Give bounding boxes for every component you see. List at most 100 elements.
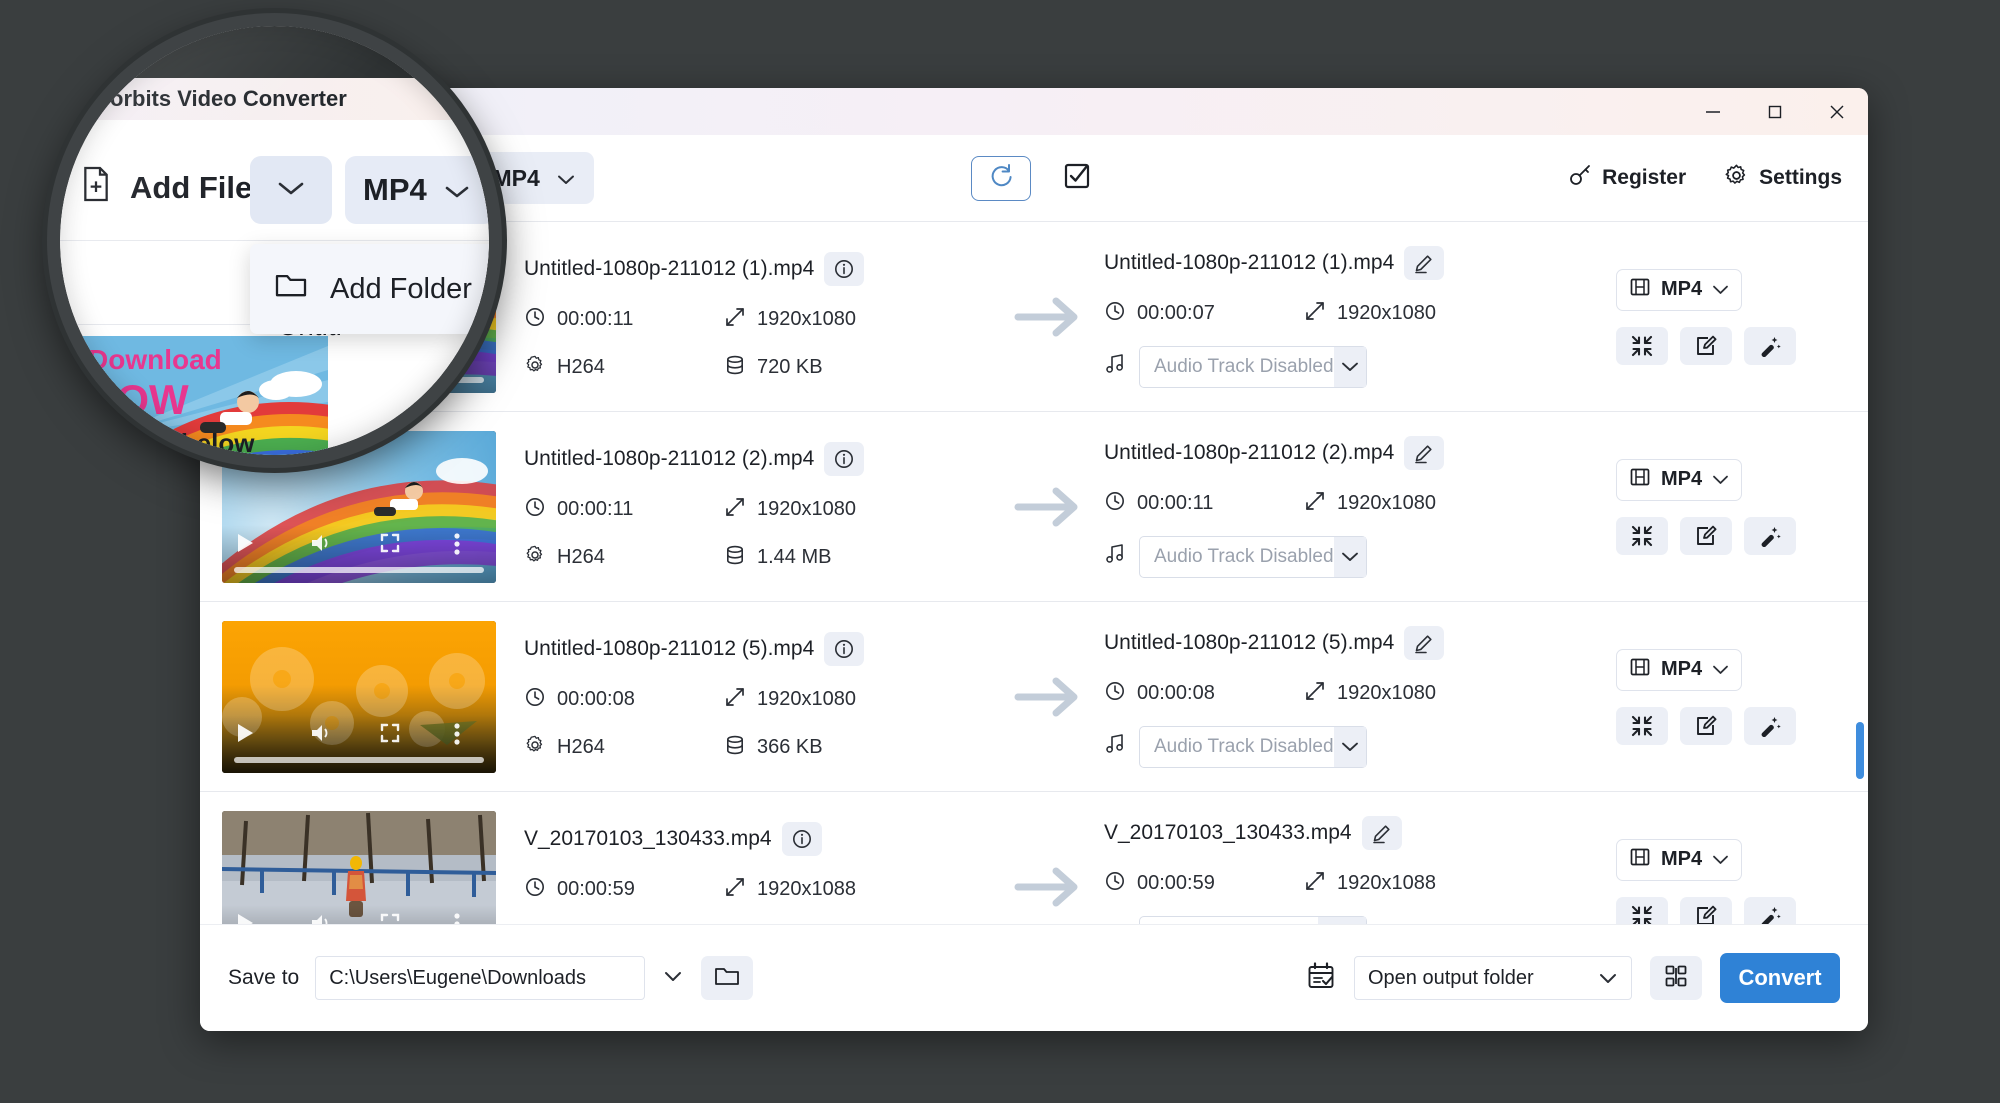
resolution-icon [724, 496, 746, 524]
clock-icon [524, 686, 546, 714]
audio-track-row: Audio Track Disabled [1104, 725, 1534, 768]
merge-button[interactable] [1650, 956, 1702, 1000]
info-icon[interactable] [824, 441, 865, 476]
info-icon[interactable] [824, 631, 865, 666]
magic-wand-icon[interactable] [1744, 706, 1796, 745]
row-format-select[interactable]: MP4 [1616, 458, 1743, 501]
play-icon[interactable] [236, 913, 254, 924]
row-action-buttons [1616, 896, 1796, 924]
target-resolution-value: 1920x1080 [1337, 302, 1436, 324]
edit-icon[interactable] [1680, 516, 1732, 555]
target-resolution: 1920x1088 [1304, 870, 1436, 898]
audio-track-select[interactable]: Audio Track Disabled [1139, 725, 1367, 768]
lens-add-folder-label: Add Folder [330, 272, 472, 305]
lens-thumb-text-3: g a link below [84, 428, 255, 455]
target-file-name: Untitled-1080p-211012 (5).mp4 [1104, 630, 1395, 654]
chevron-down-icon[interactable] [1318, 916, 1366, 924]
volume-icon[interactable] [310, 913, 332, 924]
audio-track-select[interactable]: Audio Track Disabled [1139, 345, 1367, 388]
list-scrollbar[interactable] [1855, 222, 1865, 924]
target-duration-value: 00:00:11 [1137, 492, 1214, 514]
chevron-down-icon[interactable] [1333, 536, 1366, 577]
maximize-icon[interactable] [1744, 88, 1806, 135]
scrollbar-thumb[interactable] [1856, 722, 1864, 779]
source-duration: 00:00:11 [524, 496, 724, 524]
settings-button[interactable]: Settings [1724, 163, 1842, 194]
volume-icon[interactable] [310, 533, 332, 558]
row-format-label: MP4 [1661, 468, 1703, 490]
compress-icon[interactable] [1616, 326, 1668, 365]
magic-wand-icon[interactable] [1744, 516, 1796, 555]
rename-icon[interactable] [1361, 815, 1402, 850]
chevron-down-icon[interactable] [1333, 346, 1366, 387]
source-codec: H264 [524, 354, 724, 382]
row-format-select[interactable]: MP4 [1616, 648, 1743, 691]
video-thumbnail[interactable] [222, 620, 496, 773]
more-options-icon[interactable] [454, 722, 460, 750]
row-format-label: MP4 [1661, 658, 1703, 680]
more-options-icon[interactable] [454, 912, 460, 924]
storage-icon [724, 544, 746, 572]
rename-icon[interactable] [1404, 435, 1445, 470]
target-duration: 00:00:11 [1104, 490, 1304, 518]
compress-icon[interactable] [1616, 706, 1668, 745]
info-icon[interactable] [824, 251, 865, 286]
refresh-button[interactable] [971, 155, 1031, 201]
seek-bar[interactable] [234, 756, 484, 763]
table-row[interactable]: Untitled-1080p-211012 (5).mp4 00:00:08 1 [200, 602, 1868, 792]
close-icon[interactable] [1806, 88, 1868, 135]
video-thumbnail[interactable] [222, 810, 496, 925]
source-resolution: 1920x1080 [724, 306, 856, 334]
lens-video-thumbnail[interactable]: Download NOW g a link below [78, 336, 328, 455]
chevron-down-icon [443, 172, 471, 208]
magic-wand-icon[interactable] [1744, 896, 1796, 924]
source-meta-line-2: H264 366 KB [524, 734, 994, 762]
convert-button[interactable]: Convert [1720, 953, 1840, 1003]
source-file-name: Untitled-1080p-211012 (2).mp4 [524, 446, 815, 470]
clock-icon [1104, 490, 1126, 518]
register-button[interactable]: Register [1568, 163, 1686, 193]
fullscreen-icon[interactable] [380, 533, 400, 558]
target-duration-value: 00:00:59 [1137, 872, 1215, 894]
calendar-check-icon[interactable] [1306, 961, 1336, 996]
table-row[interactable]: V_20170103_130433.mp4 00:00:59 1920x1088 [200, 792, 1868, 924]
audio-track-select[interactable]: [1] AAC ⌄ [1139, 915, 1367, 924]
browse-folder-button[interactable] [701, 956, 754, 1000]
chevron-down-icon[interactable] [1333, 726, 1366, 767]
minimize-icon[interactable] [1682, 88, 1744, 135]
more-options-icon[interactable] [454, 532, 460, 560]
edit-icon[interactable] [1680, 706, 1732, 745]
select-all-button[interactable] [1057, 158, 1097, 198]
seek-bar[interactable] [234, 566, 484, 573]
row-actions: MP4 [1616, 838, 1846, 924]
chevron-down-icon [663, 969, 683, 987]
info-icon[interactable] [781, 821, 822, 856]
volume-icon[interactable] [310, 723, 332, 748]
lens-output-format-button[interactable]: MP4 [345, 156, 489, 224]
source-duration-value: 00:00:08 [557, 688, 635, 710]
row-format-select[interactable]: MP4 [1616, 838, 1743, 881]
play-icon[interactable] [236, 533, 254, 558]
compress-icon[interactable] [1616, 516, 1668, 555]
rename-icon[interactable] [1404, 625, 1445, 660]
lens-add-files-button[interactable]: Add Files [80, 166, 270, 210]
after-conversion-select[interactable]: Open output folder [1354, 956, 1632, 1000]
edit-icon[interactable] [1680, 326, 1732, 365]
fullscreen-icon[interactable] [380, 723, 400, 748]
save-path-input[interactable]: C:\Users\Eugene\Downloads [315, 956, 646, 1000]
target-duration-value: 00:00:07 [1137, 302, 1215, 324]
compress-icon[interactable] [1616, 896, 1668, 924]
row-format-select[interactable]: MP4 [1616, 268, 1743, 311]
audio-track-select[interactable]: Audio Track Disabled [1139, 535, 1367, 578]
clock-icon [1104, 870, 1126, 898]
play-icon[interactable] [236, 723, 254, 748]
rename-icon[interactable] [1404, 245, 1445, 280]
resolution-icon [1304, 490, 1326, 518]
edit-icon[interactable] [1680, 896, 1732, 924]
lens-add-files-dropdown-button[interactable] [250, 156, 332, 224]
fullscreen-icon[interactable] [380, 913, 400, 925]
save-path-dropdown[interactable] [645, 956, 701, 1000]
lens-add-folder-menu-item[interactable]: Add Folder [250, 244, 489, 334]
audio-track-value: Audio Track Disabled [1154, 355, 1334, 377]
magic-wand-icon[interactable] [1744, 326, 1796, 365]
